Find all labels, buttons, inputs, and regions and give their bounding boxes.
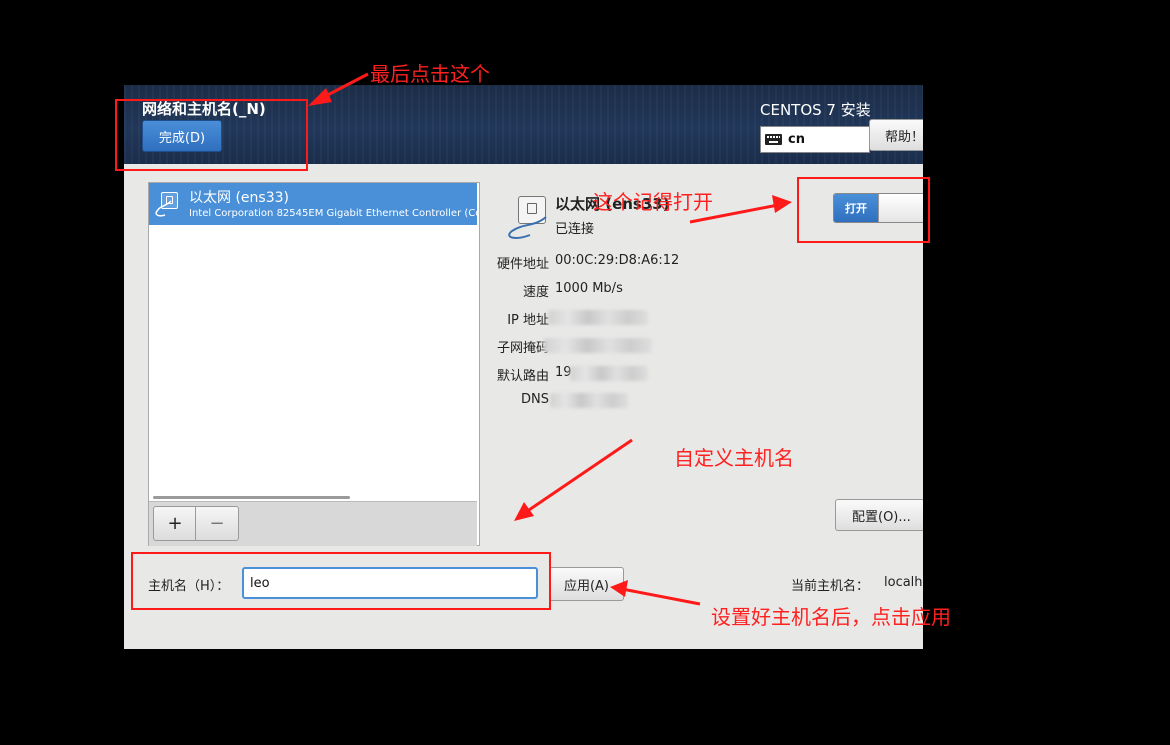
info-row-dns: DNS: [476, 392, 856, 412]
info-row-speed: 速度 1000 Mb/s: [476, 281, 856, 301]
redacted-value: [548, 310, 648, 325]
help-button[interactable]: 帮助！: [869, 119, 923, 151]
annotation-note-toggle: 这个记得打开: [593, 190, 713, 214]
info-row-hardware-address: 硬件地址 00:0C:29:D8:A6:12: [476, 253, 856, 273]
annotation-note-apply: 设置好主机名后，点击应用: [711, 605, 951, 629]
remove-device-button[interactable]: −: [195, 506, 239, 541]
annotation-box-hostname: [131, 552, 551, 610]
keyboard-icon: [765, 134, 782, 145]
info-label: 硬件地址: [496, 257, 549, 272]
annotation-note-done: 最后点击这个: [370, 62, 490, 86]
info-label: 子网掩码: [496, 341, 549, 356]
cable-icon: [155, 200, 172, 217]
device-list-item-ens33[interactable]: 以太网 (ens33) Intel Corporation 82545EM Gi…: [149, 183, 477, 225]
device-list-item-name: 以太网 (ens33): [189, 190, 289, 206]
annotation-note-hostname: 自定义主机名: [674, 446, 794, 470]
info-value: 1000 Mb/s: [555, 281, 623, 296]
list-scrollbar[interactable]: [153, 496, 350, 499]
info-label: 速度: [522, 285, 549, 300]
info-label: IP 地址: [507, 313, 549, 328]
annotation-box-toggle: [797, 177, 930, 243]
current-hostname-label: 当前主机名：: [791, 579, 870, 594]
current-hostname-value: localho: [884, 575, 923, 590]
done-button[interactable]: 完成(D): [142, 120, 222, 152]
keyboard-layout-label: cn: [788, 132, 805, 147]
info-row-subnet-mask: 子网掩码: [476, 337, 856, 357]
device-list-item-description: Intel Corporation 82545EM Gigabit Ethern…: [189, 208, 477, 219]
device-status: 已连接: [555, 222, 595, 237]
info-row-ip-address: IP 地址: [476, 309, 856, 329]
redacted-value: [570, 366, 648, 381]
device-list: 以太网 (ens33) Intel Corporation 82545EM Gi…: [148, 182, 480, 546]
cable-icon: [508, 216, 547, 239]
info-label: DNS: [521, 392, 549, 407]
redacted-value: [550, 393, 628, 408]
apply-button[interactable]: 应用(A): [549, 567, 624, 601]
product-title: CENTOS 7 安装: [760, 101, 871, 119]
add-device-button[interactable]: +: [153, 506, 197, 541]
configure-button[interactable]: 配置(O)...: [835, 499, 923, 531]
info-value: 00:0C:29:D8:A6:12: [555, 253, 680, 268]
info-label: 默认路由: [496, 369, 549, 384]
info-row-default-route: 默认路由 19: [476, 365, 856, 385]
keyboard-layout-indicator[interactable]: cn: [760, 126, 870, 153]
redacted-value: [544, 338, 652, 353]
list-toolbar: + −: [149, 501, 477, 546]
page-title: 网络和主机名(_N): [142, 100, 266, 118]
